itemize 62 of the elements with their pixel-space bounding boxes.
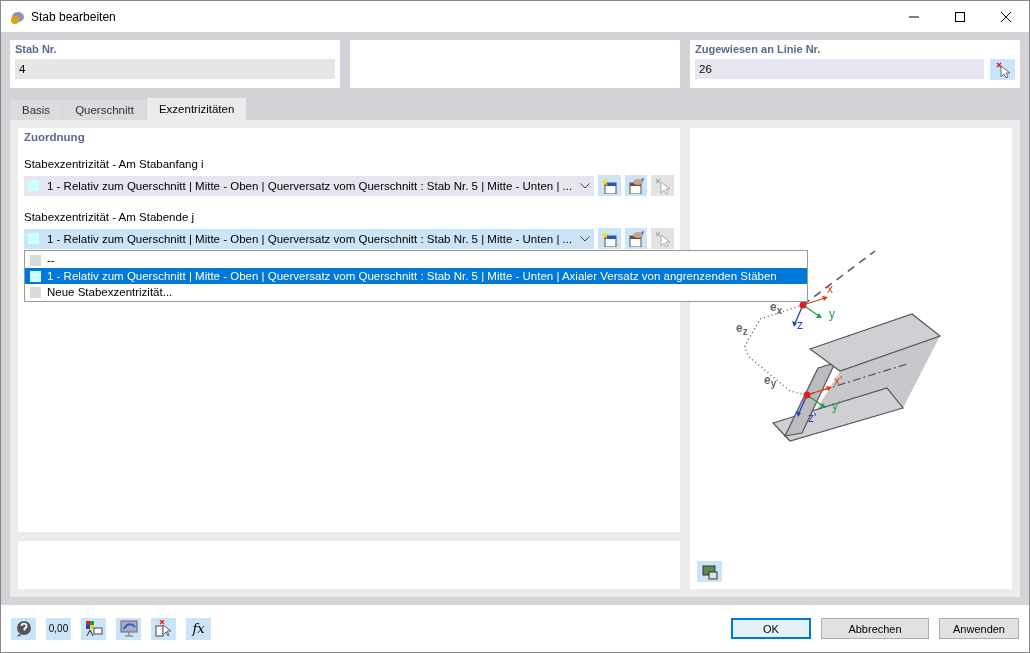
units-button[interactable]: 0,00 [46,617,71,640]
field-label: Zugewiesen an Linie Nr. [695,43,822,55]
view-button[interactable] [697,561,722,582]
axis-label: e$_{x}$ [770,301,783,318]
axis-label: x' [834,375,843,387]
axis-label: z [797,319,803,331]
axis-arrows [792,296,828,327]
field-label: Stabexzentrizität - Am Stabanfang i [24,158,205,170]
maximize-icon [955,11,965,22]
option-text: 1 - Relativ zum Querschnitt | Mitte - Oben | Querversatz vom Querschnitt : Stab Nr. 5 | Mitte - Unten | Axialer Versatz von angrenzenden Stäben [47,270,777,282]
tab[interactable]: Querschnitt [63,100,146,120]
dialog-button[interactable]: Anwenden [939,618,1019,639]
new-item-icon [601,177,618,194]
dropdown-option[interactable]: Neue Stabexzentrizität... [25,284,807,300]
dropdown-option[interactable]: -- [25,252,807,268]
line-number-field[interactable]: 26 [695,59,984,79]
tab[interactable]: Exzentrizitäten [146,98,247,120]
axis-label: y' [832,400,841,412]
dropdown-field[interactable]: 1 - Relativ zum Querschnitt | Mitte - Oben | Querversatz vom Querschnitt : Stab Nr. 5 | Mitte - Unten | ... [24,228,595,249]
field-label: Stabexzentrizität - Am Stabende j [24,211,196,223]
edit-item-icon [628,230,645,247]
edit-item-icon [628,177,645,194]
new-button[interactable] [598,228,621,249]
edit-button[interactable] [624,228,648,249]
dropdown-value: 1 - Relativ zum Querschnitt | Mitte - Oben | Querversatz vom Querschnitt : Stab Nr. 5 | Mitte - Unten | ... [47,179,573,192]
dialog-button[interactable]: Abbrechen [821,618,929,639]
color-palette-icon [84,619,103,638]
tab[interactable]: Basis [10,100,63,120]
chevron-down-icon [580,182,591,189]
colors-button[interactable] [81,617,106,640]
option-text: -- [47,254,55,266]
axis-label: y [829,308,835,320]
select-button[interactable] [151,617,176,640]
section-title: Zuordnung [24,131,86,143]
cursor-icon [654,177,671,194]
formula-button[interactable]: fx [186,617,211,640]
field-label: Stab Nr. [15,43,58,55]
dropdown-value: 1 - Relativ zum Querschnitt | Mitte - Oben | Querversatz vom Querschnitt : Stab Nr. 5 | Mitte - Unten | ... [47,232,573,245]
axis-label: z' [808,412,817,424]
pick-button[interactable] [990,59,1015,80]
number-field: 4 [15,59,335,79]
option-text: Neue Stabexzentrizität... [47,286,173,298]
view-button[interactable] [116,617,141,640]
new-item-icon [601,230,618,247]
edit-button[interactable] [624,175,648,196]
chevron-down-icon [580,235,591,242]
axis-label: x [827,283,833,295]
screen-icon [701,563,718,580]
dropdown-field[interactable]: 1 - Relativ zum Querschnitt | Mitte - Oben | Querversatz vom Querschnitt : Stab Nr. 5 | Mitte - Unten | ... [24,175,595,196]
cursor-icon [154,619,173,638]
question-icon [14,619,33,638]
axis-label: e$_{y}$ [764,374,777,391]
dropdown-option[interactable]: 1 - Relativ zum Querschnitt | Mitte - Oben | Querversatz vom Querschnitt : Stab Nr. 5 | Mitte - Unten | Axialer Versatz von angrenzenden Stäben [25,268,807,284]
help-button[interactable] [11,617,36,640]
monitor-icon [119,619,138,638]
axis-label: e$_{z}$ [736,322,748,339]
window-title: Stab bearbeiten [31,9,117,24]
dialog-button[interactable]: OK [731,618,811,639]
cursor-icon [654,230,671,247]
new-button[interactable] [598,175,621,196]
close-icon [1001,11,1011,22]
cursor-icon [995,61,1010,78]
